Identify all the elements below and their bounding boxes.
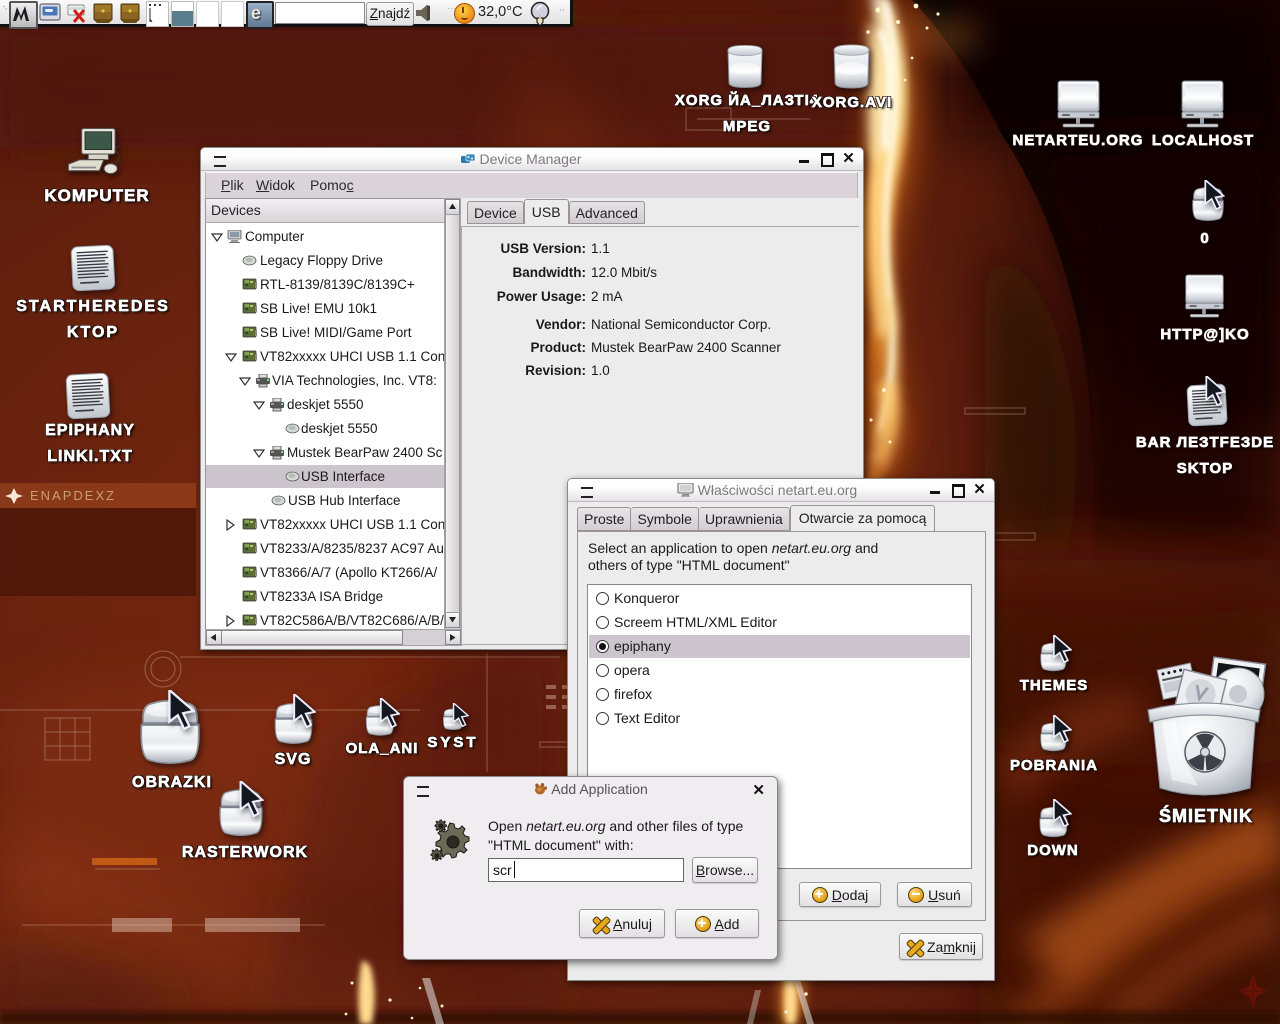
svg-text:ENAPDEXZ: ENAPDEXZ	[30, 488, 116, 503]
